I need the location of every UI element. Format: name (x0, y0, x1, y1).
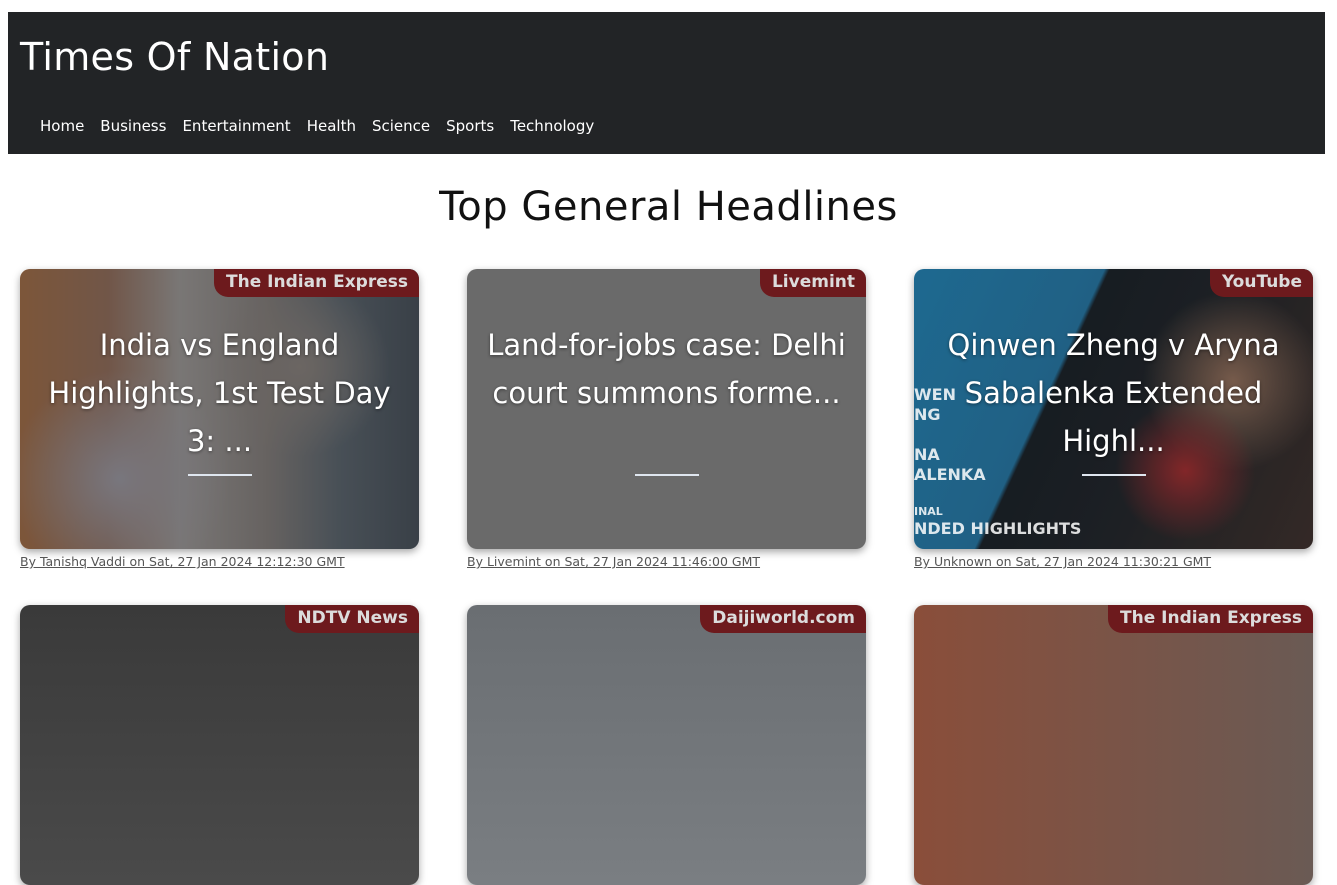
brand-logo[interactable]: Times Of Nation (20, 34, 329, 80)
news-card-image (20, 605, 419, 885)
source-badge: The Indian Express (1108, 605, 1313, 633)
source-badge: The Indian Express (214, 269, 419, 297)
nav-links: Home Business Entertainment Health Scien… (40, 116, 594, 136)
news-card-title[interactable]: Land-for-jobs case: Delhi court summons … (481, 321, 852, 417)
nav-link-sports[interactable]: Sports (446, 117, 494, 135)
nav-link-health[interactable]: Health (307, 117, 356, 135)
nav-link-business[interactable]: Business (100, 117, 166, 135)
news-card[interactable]: WEN NG NA ALENKA INAL NDED HIGHLIGHTS Yo… (914, 269, 1313, 549)
news-card[interactable]: Livemint Land-for-jobs case: Delhi court… (467, 269, 866, 549)
title-divider (187, 474, 252, 476)
nav-link-home[interactable]: Home (40, 117, 84, 135)
news-card-title[interactable]: Qinwen Zheng v Aryna Sabalenka Extended … (928, 321, 1299, 465)
nav-link-science[interactable]: Science (372, 117, 430, 135)
news-card-image (467, 605, 866, 885)
news-card[interactable]: The Indian Express India vs England High… (20, 269, 419, 549)
source-badge: Livemint (759, 269, 866, 297)
news-card-byline[interactable]: By Tanishq Vaddi on Sat, 27 Jan 2024 12:… (20, 554, 345, 569)
news-card-byline[interactable]: By Livemint on Sat, 27 Jan 2024 11:46:00… (467, 554, 760, 569)
news-card-image (914, 605, 1313, 885)
nav-link-entertainment[interactable]: Entertainment (182, 117, 290, 135)
news-card-byline[interactable]: By Unknown on Sat, 27 Jan 2024 11:30:21 … (914, 554, 1211, 569)
news-card[interactable]: Daijiworld.com (467, 605, 866, 885)
news-card[interactable]: NDTV News (20, 605, 419, 885)
source-badge: NDTV News (285, 605, 419, 633)
navbar: Times Of Nation Home Business Entertainm… (8, 12, 1325, 154)
news-card[interactable]: The Indian Express (914, 605, 1313, 885)
title-divider (1081, 474, 1146, 476)
title-divider (634, 474, 699, 476)
source-badge: YouTube (1209, 269, 1313, 297)
news-card-title[interactable]: India vs England Highlights, 1st Test Da… (34, 321, 405, 465)
nav-link-technology[interactable]: Technology (510, 117, 594, 135)
source-badge: Daijiworld.com (700, 605, 866, 633)
page-title: Top General Headlines (439, 184, 898, 230)
